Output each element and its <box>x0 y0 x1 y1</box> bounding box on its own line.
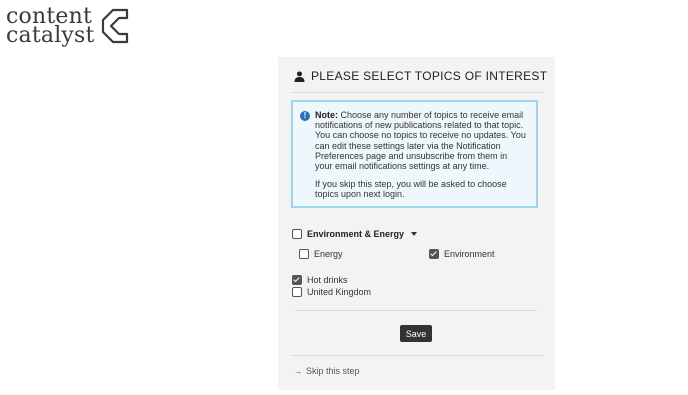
topic-label-united-kingdom: United Kingdom <box>307 287 372 297</box>
skip-link[interactable]: → Skip this step <box>294 366 360 376</box>
topic-label-environment: Environment <box>444 249 495 259</box>
topic-group-row[interactable]: Environment & Energy <box>292 229 418 239</box>
logo-text: content catalyst <box>6 6 95 48</box>
logo-line-2: catalyst <box>6 23 95 48</box>
user-icon <box>294 70 305 82</box>
panel-header: PLEASE SELECT TOPICS OF INTEREST <box>294 69 547 83</box>
checkbox-energy[interactable] <box>299 249 309 259</box>
topic-group-label: Environment & Energy <box>307 229 405 239</box>
note-skip-text: If you skip this step, you will be asked… <box>315 179 507 200</box>
note-body: Choose any number of topics to receive e… <box>315 110 526 172</box>
topic-row-energy[interactable]: Energy <box>299 249 343 259</box>
note-box: ! Note: Choose any number of topics to r… <box>291 100 538 208</box>
info-icon: ! <box>300 111 310 121</box>
checkbox-hot-drinks[interactable] <box>292 275 302 285</box>
logo[interactable]: content catalyst <box>6 6 129 48</box>
panel-title: PLEASE SELECT TOPICS OF INTEREST <box>311 69 548 83</box>
caret-down-icon[interactable] <box>411 232 418 236</box>
c-chevron-logo-mark-icon <box>101 8 128 44</box>
divider <box>295 310 537 311</box>
topic-label-energy: Energy <box>314 249 343 259</box>
checkbox-united-kingdom[interactable] <box>292 287 302 297</box>
topic-label-hot-drinks: Hot drinks <box>307 275 348 285</box>
checkbox-environment-energy[interactable] <box>292 229 302 239</box>
topic-selection-panel: PLEASE SELECT TOPICS OF INTEREST ! Note:… <box>278 57 555 390</box>
topic-row-hot-drinks[interactable]: Hot drinks <box>292 275 348 285</box>
arrow-right-icon: → <box>294 366 302 376</box>
checkbox-environment[interactable] <box>429 249 439 259</box>
note-label: Note: <box>315 110 338 120</box>
topic-row-united-kingdom[interactable]: United Kingdom <box>292 287 371 297</box>
topic-row-environment[interactable]: Environment <box>429 249 495 259</box>
note-text: Note: Choose any number of topics to rec… <box>315 110 526 171</box>
save-button[interactable]: Save <box>400 325 432 342</box>
skip-label[interactable]: Skip this step <box>306 366 360 376</box>
divider <box>290 92 543 93</box>
divider <box>290 355 543 356</box>
